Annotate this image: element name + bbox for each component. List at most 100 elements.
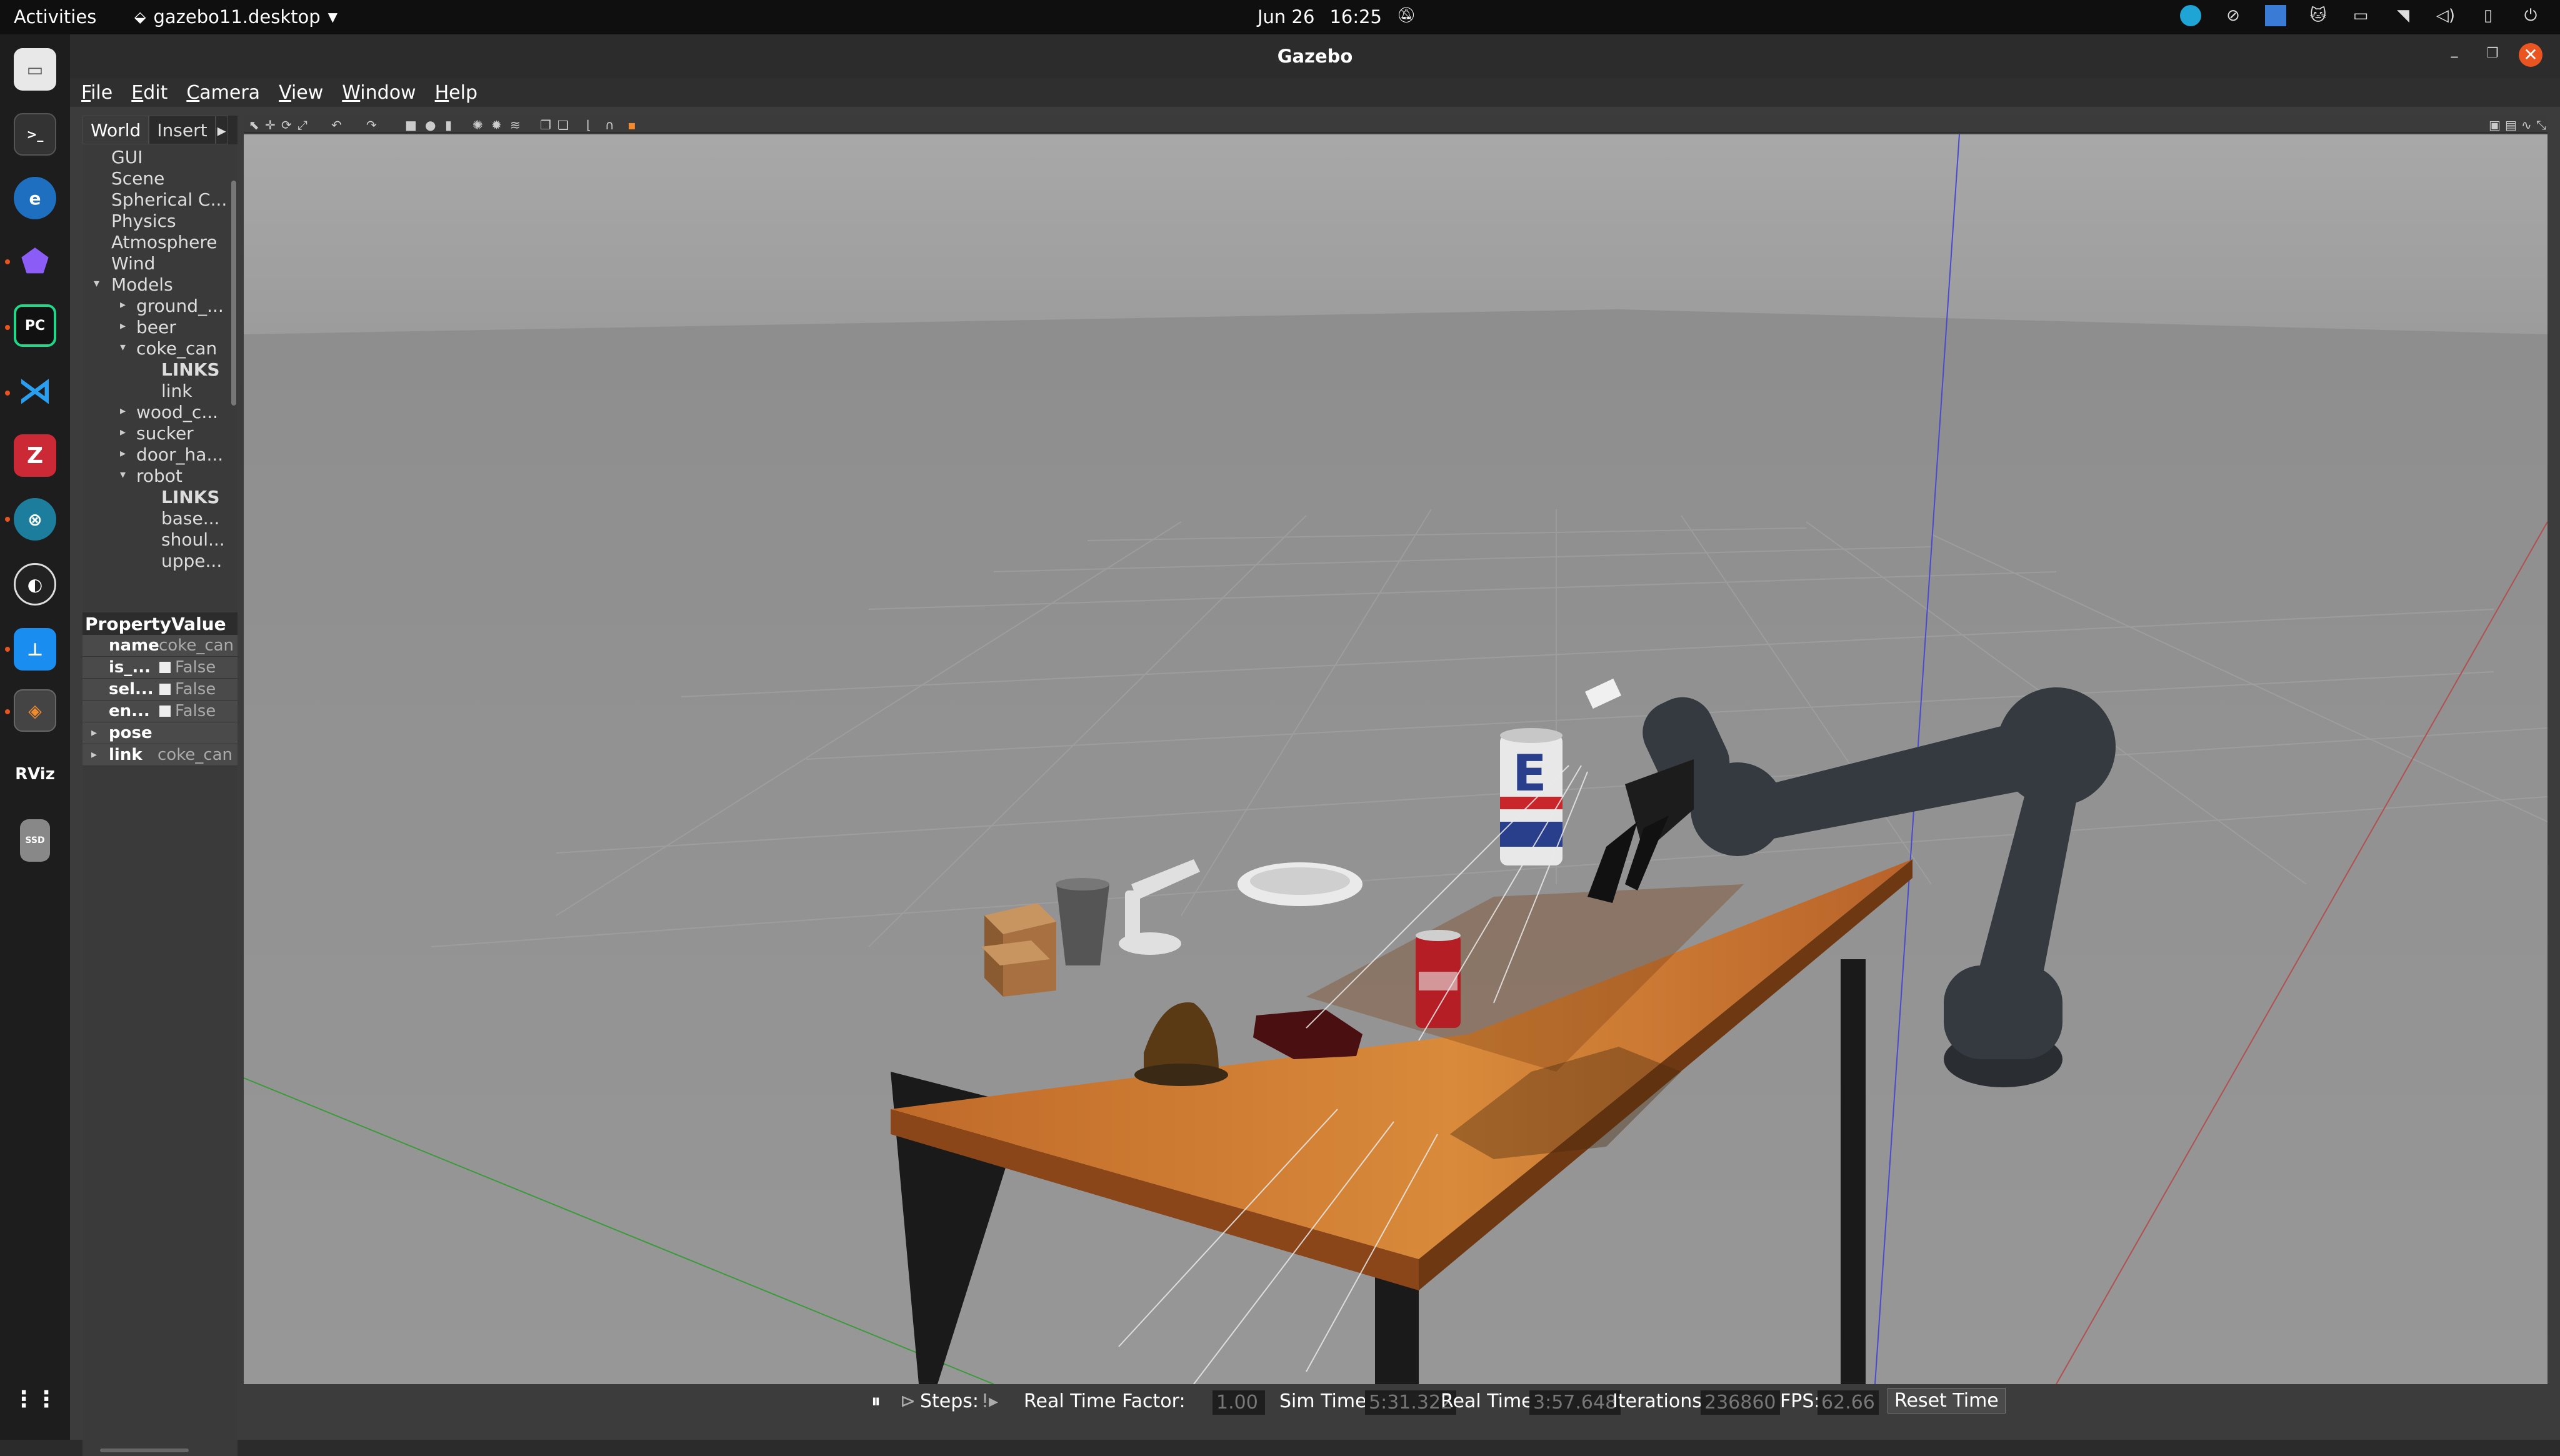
drive-icon[interactable]: SSD: [20, 819, 50, 862]
checkbox[interactable]: [159, 662, 171, 673]
zotero-icon[interactable]: Z: [14, 434, 56, 477]
tree-item-gui[interactable]: GUI: [111, 147, 142, 167]
property-row-name[interactable]: name coke_can: [82, 635, 238, 657]
tree-item-scene[interactable]: Scene: [111, 168, 164, 189]
screenshot-tray-icon[interactable]: [2265, 5, 2286, 26]
tree-item-upper[interactable]: uppe...: [161, 551, 222, 571]
world-tree[interactable]: GUI Scene Spherical C... Physics Atmosph…: [82, 147, 238, 628]
screenshot-icon[interactable]: ▣: [2489, 117, 2501, 132]
tree-item-spherical[interactable]: Spherical C...: [111, 189, 227, 210]
tab-scroll-right-icon[interactable]: ▸: [215, 116, 228, 144]
tree-item-beer[interactable]: beer: [136, 317, 176, 337]
undo-icon[interactable]: ↶: [331, 117, 342, 132]
expand-right-icon[interactable]: ▸: [91, 748, 97, 761]
system-tray[interactable]: ⊘ 🐱︎ ▭ ◥ ◁) ▯ ⏻: [2180, 5, 2541, 26]
terminal-icon[interactable]: >_: [14, 113, 56, 156]
edge-icon[interactable]: e: [14, 177, 56, 219]
power-icon[interactable]: ⏻: [2520, 5, 2541, 26]
expand-down-icon[interactable]: ▾: [120, 341, 126, 354]
wifi-icon[interactable]: ◥: [2392, 5, 2414, 26]
expand-right-icon[interactable]: ▸: [120, 319, 126, 332]
title-bar[interactable]: Gazebo – ❐ ✕: [70, 34, 2560, 78]
steps-spinner[interactable]: !▸: [981, 1390, 998, 1412]
scale-mode-icon[interactable]: ⤢: [298, 117, 308, 132]
tree-item-door[interactable]: door_ha...: [136, 444, 223, 465]
pycharm-icon[interactable]: PC: [14, 304, 56, 347]
app-menu[interactable]: ⬙ gazebo11.desktop ▼: [134, 6, 338, 27]
tree-item-link[interactable]: link: [161, 381, 192, 401]
menu-file[interactable]: File: [81, 82, 112, 104]
property-row-link[interactable]: ▸ link coke_can: [82, 744, 238, 766]
translate-mode-icon[interactable]: ✛: [265, 117, 276, 132]
tree-scrollbar[interactable]: [231, 181, 236, 406]
sync-tray-icon[interactable]: ⊘: [2222, 5, 2244, 26]
activities-button[interactable]: Activities: [14, 6, 96, 27]
app-grid-icon[interactable]: ⋮⋮: [12, 1378, 58, 1420]
tree-item-models[interactable]: Models: [111, 274, 173, 295]
rviz-icon[interactable]: RViz: [14, 753, 56, 795]
remote-icon[interactable]: ⊗: [14, 498, 56, 541]
tab-world[interactable]: World: [82, 116, 149, 144]
expand-right-icon[interactable]: ▸: [120, 404, 126, 417]
step-icon[interactable]: ⊳: [900, 1390, 916, 1412]
property-row-pose[interactable]: ▸ pose: [82, 722, 238, 744]
checkbox[interactable]: [159, 684, 171, 695]
keyboard-tray-icon[interactable]: ▭: [2350, 5, 2371, 26]
menu-help[interactable]: Help: [435, 82, 478, 104]
expand-right-icon[interactable]: ▸: [120, 447, 126, 460]
paste-icon[interactable]: ❏: [558, 117, 569, 132]
expand-down-icon[interactable]: ▾: [94, 277, 99, 290]
tree-item-atmosphere[interactable]: Atmosphere: [111, 232, 218, 252]
box-shape-icon[interactable]: ■: [405, 117, 417, 132]
spot-light-icon[interactable]: ✹: [491, 117, 502, 132]
vscode-icon[interactable]: ⋊: [14, 369, 56, 412]
menu-window[interactable]: Window: [342, 82, 416, 104]
gazebo-icon[interactable]: ◈: [14, 689, 56, 732]
record-icon[interactable]: ▪: [628, 117, 636, 132]
files-icon[interactable]: ▭: [14, 48, 56, 91]
select-mode-icon[interactable]: ⬉: [249, 117, 259, 132]
tree-item-wood[interactable]: wood_c...: [136, 402, 218, 422]
point-light-icon[interactable]: ✺: [472, 117, 483, 132]
tab-insert[interactable]: Insert: [149, 116, 216, 144]
property-row-sel[interactable]: sel... False: [82, 679, 238, 701]
redo-icon[interactable]: ↷: [366, 117, 377, 132]
tree-item-robot[interactable]: robot: [136, 466, 182, 486]
3d-viewport[interactable]: E: [244, 134, 2548, 1384]
video-record-icon[interactable]: ⤡: [2536, 117, 2546, 132]
tree-item-base[interactable]: base...: [161, 508, 219, 529]
expand-right-icon[interactable]: ▸: [91, 726, 97, 739]
minimize-icon[interactable]: –: [2450, 46, 2459, 66]
tree-item-coke-can[interactable]: coke_can: [136, 338, 217, 359]
directional-light-icon[interactable]: ≋: [510, 117, 521, 132]
tree-item-robot-links[interactable]: LINKS: [161, 487, 220, 507]
menu-edit[interactable]: Edit: [131, 82, 168, 104]
snap-icon[interactable]: ∩: [605, 117, 614, 132]
tree-item-links[interactable]: LINKS: [161, 359, 220, 380]
align-icon[interactable]: ⌊: [586, 117, 591, 132]
expand-right-icon[interactable]: ▸: [120, 298, 126, 311]
sphere-shape-icon[interactable]: ●: [425, 117, 436, 132]
menu-camera[interactable]: Camera: [186, 82, 260, 104]
obsidian-icon[interactable]: ⬟: [14, 241, 56, 283]
cylinder-shape-icon[interactable]: ▮: [445, 117, 452, 132]
property-row-en[interactable]: en... False: [82, 701, 238, 722]
pause-icon[interactable]: ⏸: [871, 1390, 881, 1412]
todesk-icon[interactable]: ⊥: [14, 628, 56, 671]
tree-item-physics[interactable]: Physics: [111, 211, 176, 231]
plot-icon[interactable]: ∿: [2521, 117, 2532, 132]
clock[interactable]: Jun 26 16:25 🔕︎: [1258, 6, 1416, 27]
copy-icon[interactable]: ❐: [540, 117, 551, 132]
reset-time-button[interactable]: Reset Time: [1888, 1388, 2006, 1414]
menu-view[interactable]: View: [279, 82, 323, 104]
battery-icon[interactable]: ▯: [2478, 5, 2499, 26]
property-row-is[interactable]: is_... False: [82, 657, 238, 679]
obs-icon[interactable]: ◐: [14, 563, 56, 606]
expand-right-icon[interactable]: ▸: [120, 426, 126, 439]
tree-item-sucker[interactable]: sucker: [136, 423, 194, 444]
tree-item-wind[interactable]: Wind: [111, 253, 155, 274]
log-icon[interactable]: ▤: [2505, 117, 2517, 132]
cat-tray-icon[interactable]: 🐱︎: [2308, 5, 2329, 26]
panel-resize-handle[interactable]: [100, 1449, 189, 1452]
restore-icon[interactable]: ❐: [2486, 46, 2499, 61]
